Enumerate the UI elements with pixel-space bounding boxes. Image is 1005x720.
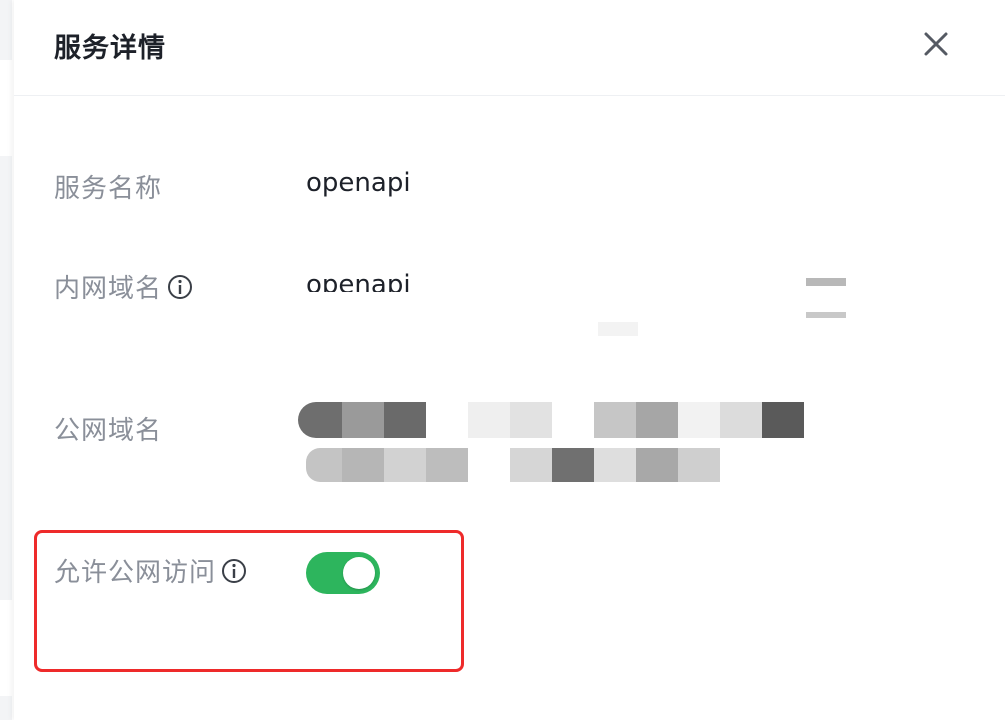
mosaic-tile [594,448,636,482]
mosaic-tile [468,402,510,438]
info-icon[interactable] [166,273,194,301]
drawer-title: 服务详情 [54,33,166,64]
mosaic-tile [510,448,552,482]
redaction-block [456,268,756,294]
mosaic-tile [678,448,720,482]
service-name-label: 服务名称 [54,168,162,205]
background-row-b [0,600,12,696]
public-domain-label: 公网域名 [54,410,162,447]
mosaic-tile [384,448,426,482]
service-name-label-text: 服务名称 [54,174,163,204]
mosaic-tile [636,448,678,482]
redaction-block [806,312,846,318]
mosaic-tile [510,402,552,438]
mosaic-tile [298,402,342,438]
intranet-domain-label-text: 内网域名 [54,274,163,304]
mosaic-tile [552,448,594,482]
page: 服务详情 服务名称 openapi 内网域名 openapi 公网域名 允许公网… [0,0,1005,720]
close-icon [924,32,948,56]
intranet-domain-visible-text: openapi [306,270,411,292]
redaction-block [598,322,638,336]
intranet-domain-label: 内网域名 [54,268,194,305]
mosaic-tile [384,402,426,438]
highlight-frame [34,530,464,672]
background-page-edge [0,0,12,720]
mosaic-tile [678,402,720,438]
mosaic-tile [720,402,762,438]
mosaic-tile [342,448,384,482]
mosaic-tile [594,402,636,438]
close-button[interactable] [918,26,954,62]
mosaic-tile [636,402,678,438]
public-domain-label-text: 公网域名 [54,416,163,446]
mosaic-tile [426,448,468,482]
mosaic-tile [342,402,384,438]
drawer-header: 服务详情 [14,0,1005,96]
service-name-value: openapi [306,168,411,198]
mosaic-tile [306,448,342,482]
mosaic-tile [762,402,804,438]
background-row-a [0,60,12,156]
redaction-block [806,278,846,286]
